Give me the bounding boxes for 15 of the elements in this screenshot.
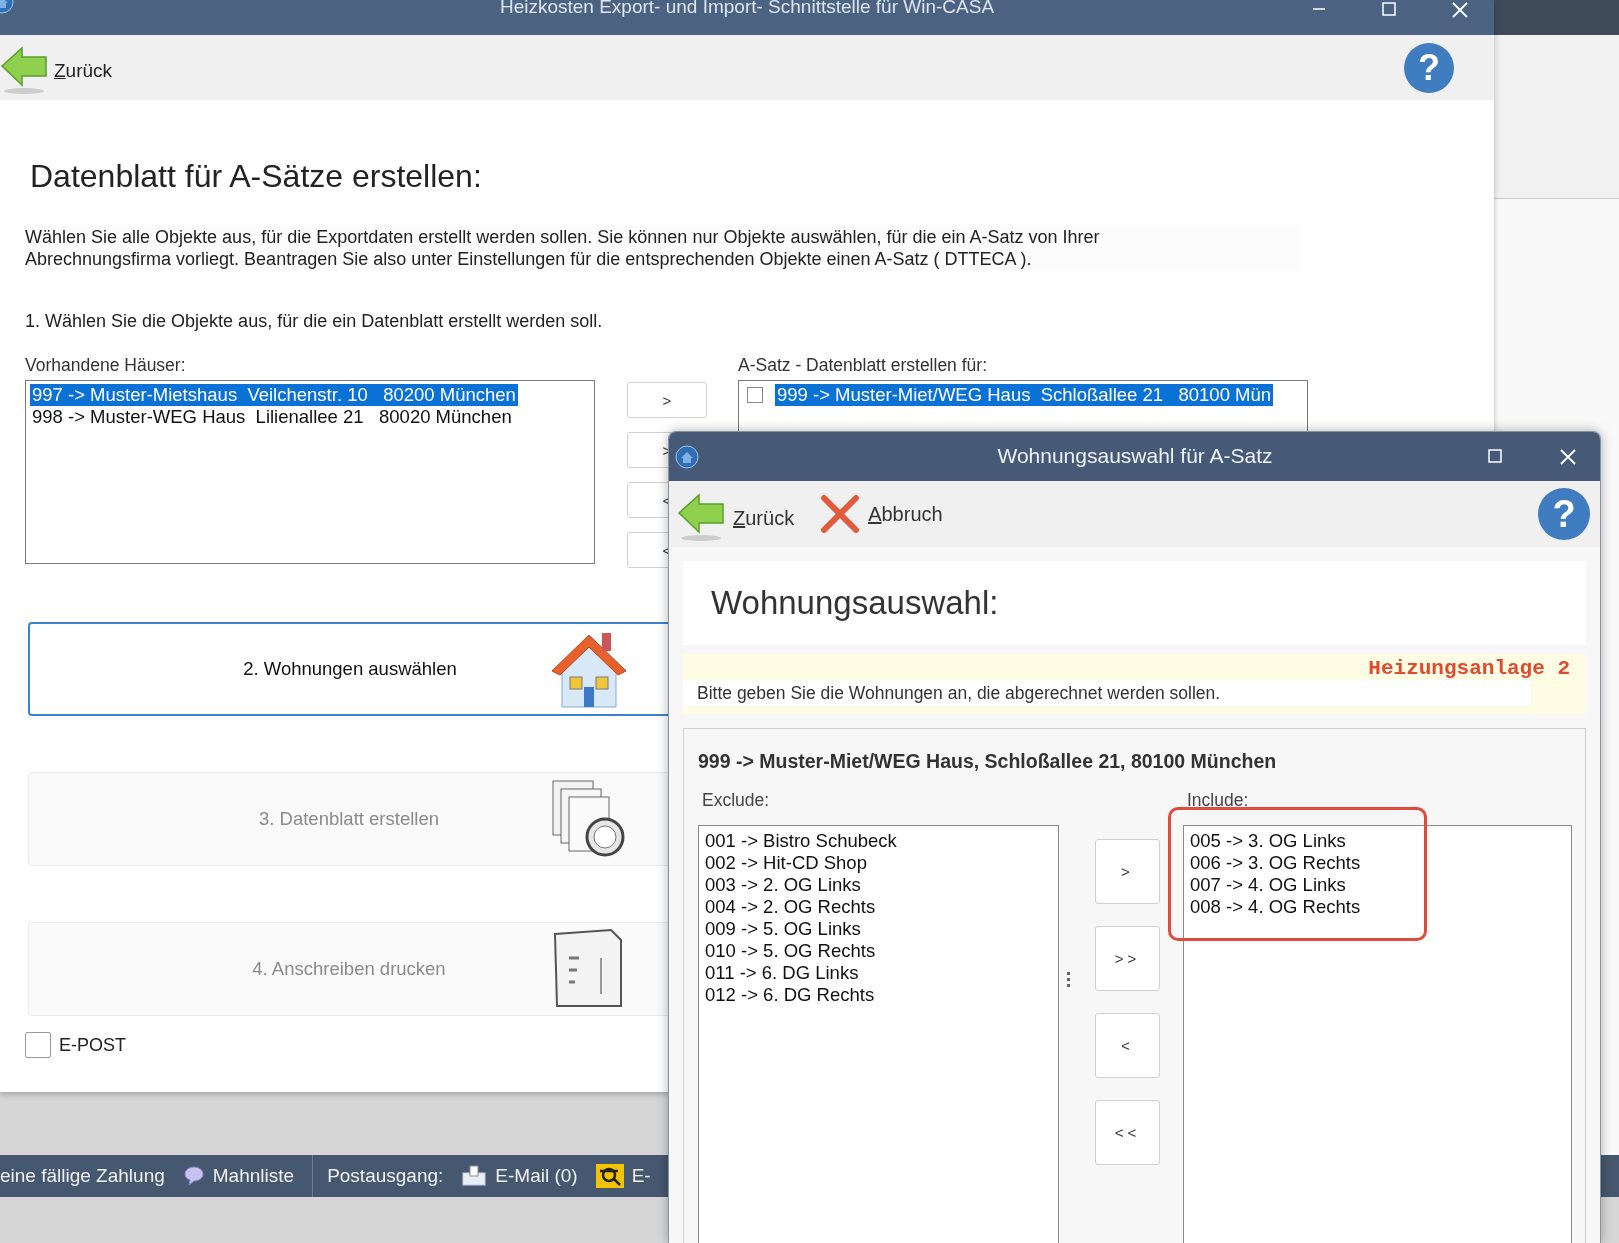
- field-label: Vorhandene Häuser:: [25, 354, 187, 376]
- field-label: A-Satz - Datenblatt erstellen für:: [738, 354, 988, 376]
- instruction-text: 1. Wählen Sie die Objekte aus, für die ein Datenblatt erstellt werden soll.: [25, 310, 604, 332]
- list-label: Exclude:: [702, 789, 771, 811]
- instruction-text: Bitte geben Sie die Wohnungen an, die abgerechnet werden sollen.: [683, 680, 1531, 706]
- dialog-heading: Wohnungsauswahl:: [711, 584, 999, 622]
- property-title: 999 -> Muster-Miet/WEG Haus, Schloßallee 21, 80100 München: [698, 749, 1278, 773]
- window-title: Heizkosten Export- und Import- Schnittstelle für Win-CASA: [499, 0, 995, 18]
- list-label: Include:: [1187, 789, 1250, 811]
- checkbox-label: E-POST: [59, 1034, 126, 1056]
- system-tag: Heizungsanlage 2: [1368, 658, 1570, 680]
- status-text: eine fällige Zahlung: [0, 1165, 165, 1187]
- dialog-title: Wohnungsauswahl für A-Satz: [997, 445, 1273, 467]
- page-heading: Datenblatt für A-Sätze erstellen:: [30, 157, 483, 196]
- status-text: Postausgang:: [327, 1165, 444, 1187]
